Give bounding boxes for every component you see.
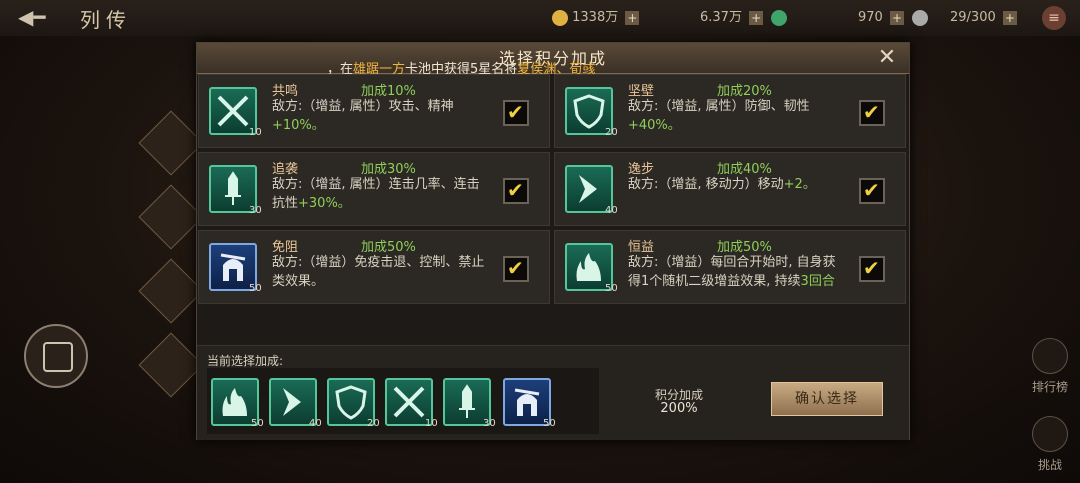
shield-icon[interactable]: 20 xyxy=(327,378,380,429)
selected-level: 20 xyxy=(367,418,380,429)
bonus-level: 10 xyxy=(249,127,262,138)
bonus-desc-text: 敌方:（增益, 属性）攻击、精神 xyxy=(272,99,454,114)
selected-level: 50 xyxy=(543,418,556,429)
cube-icon xyxy=(43,342,73,372)
score-value: 200% xyxy=(660,401,698,416)
bonus-level: 50 xyxy=(249,283,262,294)
bonus-desc-text: 敌方:（增益, 属性）防御、韧性 xyxy=(628,99,810,114)
close-icon[interactable]: ✕ xyxy=(875,46,899,70)
selected-icons-box: 50 40 20 10 30 50 xyxy=(207,368,599,434)
bonus-checkbox[interactable] xyxy=(503,256,529,282)
resource-stamina: 29/300 + xyxy=(950,8,1017,28)
bonus-level: 50 xyxy=(605,283,618,294)
bonus-checkbox[interactable] xyxy=(503,178,529,204)
back-arrow-icon[interactable]: ◀━ xyxy=(18,6,62,28)
add-coin-button[interactable]: + xyxy=(625,10,640,25)
bonus-desc-value: 3回合 xyxy=(800,274,835,289)
bonus-desc-text: 敌方:（增益, 移动力）移动 xyxy=(628,177,784,192)
cloud-value: 970 xyxy=(858,10,883,25)
sword-icon[interactable]: 30 xyxy=(443,378,496,429)
selected-level: 10 xyxy=(425,418,438,429)
chevron-right-icon[interactable]: 40 xyxy=(269,378,322,429)
selected-label: 当前选择加成: xyxy=(207,354,284,368)
cloud-icon xyxy=(912,9,929,26)
rank-icon xyxy=(1032,338,1068,374)
resource-coin: 1338万 + xyxy=(548,8,640,28)
bonus-card[interactable]: 50 恒益 加成50% 敌方:（增益）每回合开始时, 自身获得1个随机二级增益效… xyxy=(554,230,906,304)
flame-icon[interactable]: 50 xyxy=(211,378,264,429)
bonus-card[interactable]: 50 免阻 加成50% 敌方:（增益）免疫击退、控制、禁止类效果。 xyxy=(198,230,550,304)
bonus-card[interactable]: 40 逸步 加成40% 敌方:（增益, 移动力）移动+2。 xyxy=(554,152,906,226)
helmet-icon[interactable]: 50 xyxy=(503,378,556,429)
selected-level: 30 xyxy=(483,418,496,429)
jade-value: 6.37万 xyxy=(700,10,742,25)
challenge-label: 挑战 xyxy=(1037,458,1062,472)
bonus-list: 10 共鸣 加成10% 敌方:（增益, 属性）攻击、精神+10%。 20 坚壁 … xyxy=(197,74,909,344)
bonus-desc: 敌方:（增益, 属性）连击几率、连击抗性+30%。 xyxy=(272,175,492,213)
selected-level: 50 xyxy=(251,418,264,429)
add-cloud-button[interactable]: + xyxy=(889,10,904,25)
rank-label: 排行榜 xyxy=(1031,380,1068,394)
bonus-desc: 敌方:（增益）免疫击退、控制、禁止类效果。 xyxy=(272,253,492,291)
menu-icon[interactable]: ≡ xyxy=(1042,6,1066,30)
tab-diamond[interactable] xyxy=(138,258,204,324)
codex-button[interactable] xyxy=(24,324,88,388)
add-jade-button[interactable]: + xyxy=(749,10,764,25)
dialog-title-bar: 选择积分加成 ，在雄踞一方卡池中获得5星名将夏侯渊、荀彧 ✕ xyxy=(197,43,909,77)
bonus-level: 20 xyxy=(605,127,618,138)
add-stamina-button[interactable]: + xyxy=(1002,10,1017,25)
stamina-value: 29/300 xyxy=(950,10,996,25)
bonus-checkbox[interactable] xyxy=(859,178,885,204)
bonus-card[interactable]: 30 追袭 加成30% 敌方:（增益, 属性）连击几率、连击抗性+30%。 xyxy=(198,152,550,226)
bonus-desc-value: +30%。 xyxy=(298,196,351,211)
bonus-checkbox[interactable] xyxy=(859,256,885,282)
bonus-card[interactable]: 10 共鸣 加成10% 敌方:（增益, 属性）攻击、精神+10%。 xyxy=(198,74,550,148)
bonus-desc: 敌方:（增益）每回合开始时, 自身获得1个随机二级增益效果, 持续3回合 xyxy=(628,253,848,291)
resource-cloud: 970 + xyxy=(858,8,929,28)
confirm-button[interactable]: 确认选择 xyxy=(771,382,883,416)
bonus-desc: 敌方:（增益, 属性）防御、韧性 +40%。 xyxy=(628,97,848,135)
tab-diamond[interactable] xyxy=(138,110,204,176)
left-tabs xyxy=(138,110,204,398)
bonus-desc: 敌方:（增益, 移动力）移动+2。 xyxy=(628,175,848,194)
selected-bonuses-panel: 当前选择加成: 50 40 20 10 30 50 积分加成 200% 确认选择 xyxy=(197,345,909,440)
resource-jade: 6.37万 + xyxy=(700,8,788,28)
top-bar: ◀━ 列传 1338万 + 6.37万 + 970 + 29/300 + ≡ xyxy=(0,0,1080,36)
jade-icon xyxy=(771,9,788,26)
bonus-desc: 敌方:（增益, 属性）攻击、精神 +10%。 xyxy=(272,97,492,135)
tab-diamond[interactable] xyxy=(138,184,204,250)
bonus-desc-value: +2。 xyxy=(783,177,816,192)
bonus-desc-value: +40%。 xyxy=(628,118,681,133)
challenge-button[interactable]: 挑战 xyxy=(1020,416,1080,473)
bonus-level: 30 xyxy=(249,205,262,216)
selected-level: 40 xyxy=(309,418,322,429)
bonus-desc-value: +10%。 xyxy=(272,118,325,133)
bonus-select-dialog: 选择积分加成 ，在雄踞一方卡池中获得5星名将夏侯渊、荀彧 ✕ 10 共鸣 加成1… xyxy=(196,42,910,440)
challenge-icon xyxy=(1032,416,1068,452)
page-title: 列传 xyxy=(80,8,132,32)
rank-button[interactable]: 排行榜 xyxy=(1020,338,1080,395)
crossed-swords-icon[interactable]: 10 xyxy=(385,378,438,429)
bonus-card[interactable]: 20 坚壁 加成20% 敌方:（增益, 属性）防御、韧性+40%。 xyxy=(554,74,906,148)
bonus-level: 40 xyxy=(605,205,618,216)
coin-value: 1338万 xyxy=(572,10,619,25)
bonus-checkbox[interactable] xyxy=(503,100,529,126)
coin-icon xyxy=(552,9,568,26)
bonus-desc-text: 敌方:（增益）免疫击退、控制、禁止类效果。 xyxy=(272,255,485,289)
bonus-checkbox[interactable] xyxy=(859,100,885,126)
